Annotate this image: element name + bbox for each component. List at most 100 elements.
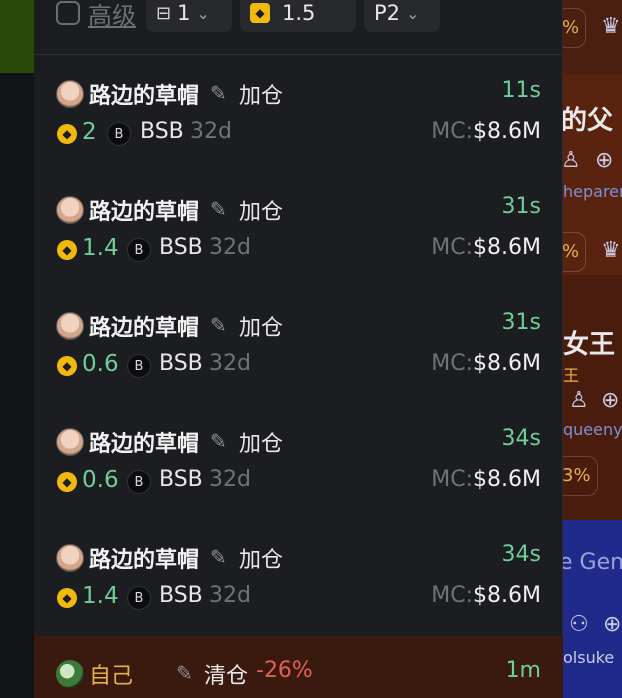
trade-amount: 1.4: [82, 583, 119, 609]
bnb-coin-icon: ◆: [57, 240, 77, 260]
bnb-coin-icon: ◆: [57, 356, 77, 376]
card-title-1: 的父: [563, 106, 614, 136]
count-select[interactable]: ⊟ 1 ⌄: [146, 0, 232, 32]
pnl-percent: -26%: [256, 658, 313, 683]
trade-row[interactable]: 路边的草帽 ✎ 加仓 31s ◆ 0.6 B BSB 32d MC:$8.6M: [34, 288, 563, 404]
mc-label: MC:: [431, 583, 474, 608]
card-bg-4: [563, 520, 622, 698]
market-cap: MC:$8.6M: [431, 467, 541, 492]
trade-amount: 0.6: [82, 351, 119, 377]
token-age: 32d: [209, 583, 251, 608]
mc-label: MC:: [431, 351, 474, 376]
pencil-icon[interactable]: ✎: [210, 429, 227, 453]
token-icon: B: [127, 354, 151, 378]
priority-value: P2: [374, 1, 401, 25]
trade-action: 清仓: [204, 664, 249, 689]
group-icon: ⚇: [569, 612, 589, 637]
left-background-strip: [0, 0, 34, 698]
count-value: 1: [177, 1, 191, 25]
mc-label: MC:: [431, 119, 474, 144]
advanced-checkbox[interactable]: [56, 1, 80, 25]
mc-value: $8.6M: [473, 467, 541, 492]
filter-bar: 高级 ⊟ 1 ⌄ ◆ 1.5 P2 ⌄: [34, 0, 563, 55]
avatar: [56, 312, 84, 340]
trade-action: 加仓: [239, 84, 284, 109]
mc-value: $8.6M: [473, 351, 541, 376]
trade-action: 加仓: [239, 432, 284, 457]
token-symbol[interactable]: BSB: [159, 351, 203, 376]
avatar: [56, 428, 84, 456]
trade-time: 34s: [501, 426, 541, 451]
self-trade-row[interactable]: 自己 ✎ 清仓 -26% 1m: [34, 636, 563, 698]
trade-action: 加仓: [239, 200, 284, 225]
trade-action: 加仓: [239, 548, 284, 573]
root: % ♛ 的父 ♙ ⊕ heparen % ♛ 女王 王 ♙ ⊕ queeny 3…: [0, 0, 622, 698]
pencil-icon[interactable]: ✎: [210, 197, 227, 221]
trade-time: 1m: [505, 658, 541, 683]
chevron-down-icon: ⌄: [406, 3, 420, 23]
trader-name: 路边的草帽: [89, 200, 200, 225]
mc-value: $8.6M: [473, 235, 541, 260]
token-age: 32d: [209, 351, 251, 376]
token-icon: B: [127, 238, 151, 262]
bnb-coin-icon: ◆: [57, 472, 77, 492]
trade-amount: 2: [82, 119, 97, 145]
token-age: 32d: [209, 235, 251, 260]
pencil-icon[interactable]: ✎: [176, 661, 193, 685]
bnb-icon: ◆: [250, 3, 270, 23]
token-icon: B: [127, 586, 151, 610]
mc-value: $8.6M: [473, 583, 541, 608]
trader-name: 自己: [89, 664, 134, 689]
card-title-2: 女王: [563, 330, 616, 360]
trade-amount: 0.6: [82, 467, 119, 493]
trade-row[interactable]: 路边的草帽 ✎ 加仓 34s ◆ 0.6 B BSB 32d MC:$8.6M: [34, 404, 563, 520]
globe-icon: ⊕: [595, 148, 614, 173]
card-handle-3: olsuke: [563, 648, 615, 667]
trade-row[interactable]: 路边的草帽 ✎ 加仓 11s ◆ 2 B BSB 32d MC:$8.6M: [34, 56, 563, 172]
pencil-icon[interactable]: ✎: [210, 545, 227, 569]
market-cap: MC:$8.6M: [431, 583, 541, 608]
advanced-label[interactable]: 高级: [88, 0, 136, 31]
trader-name: 路边的草帽: [89, 316, 200, 341]
token-symbol[interactable]: BSB: [140, 119, 184, 144]
trade-time: 31s: [501, 310, 541, 335]
chip-1: %: [563, 8, 587, 48]
token-icon: B: [127, 470, 151, 494]
globe-icon-3: ⊕: [603, 612, 622, 637]
card-title-3: e Gen: [563, 550, 622, 575]
priority-select[interactable]: P2 ⌄: [364, 0, 440, 32]
trader-name: 路边的草帽: [89, 432, 200, 457]
crown-icon: ♛: [601, 14, 621, 39]
pencil-icon[interactable]: ✎: [210, 313, 227, 337]
token-symbol[interactable]: BSB: [159, 583, 203, 608]
token-symbol[interactable]: BSB: [159, 235, 203, 260]
token-age: 32d: [209, 467, 251, 492]
card-handle-1: heparen: [563, 182, 622, 201]
bnb-amount-input[interactable]: ◆ 1.5: [240, 0, 356, 32]
trade-action: 加仓: [239, 316, 284, 341]
trade-row[interactable]: 路边的草帽 ✎ 加仓 34s ◆ 1.4 B BSB 32d MC:$8.6M: [34, 520, 563, 636]
right-background-cards: % ♛ 的父 ♙ ⊕ heparen % ♛ 女王 王 ♙ ⊕ queeny 3…: [563, 0, 622, 698]
trade-amount: 1.4: [82, 235, 119, 261]
left-strip-highlight: [0, 0, 34, 73]
pencil-icon[interactable]: ✎: [210, 81, 227, 105]
avatar: [56, 660, 84, 688]
avatar: [56, 80, 84, 108]
user-icon: ♙: [563, 148, 581, 173]
mc-label: MC:: [431, 467, 474, 492]
token-age: 32d: [190, 119, 232, 144]
avatar: [56, 196, 84, 224]
bnb-coin-icon: ◆: [57, 588, 77, 608]
market-cap: MC:$8.6M: [431, 235, 541, 260]
chevron-down-icon: ⌄: [196, 3, 210, 23]
trade-feed-panel: 高级 ⊟ 1 ⌄ ◆ 1.5 P2 ⌄ 路边的草帽 ✎ 加仓 11s ◆ 2 B…: [34, 0, 563, 698]
globe-icon-2: ⊕: [601, 388, 620, 413]
trade-time: 34s: [501, 542, 541, 567]
trader-name: 路边的草帽: [89, 84, 200, 109]
avatar: [56, 544, 84, 572]
trade-time: 31s: [501, 194, 541, 219]
trader-name: 路边的草帽: [89, 548, 200, 573]
trade-row[interactable]: 路边的草帽 ✎ 加仓 31s ◆ 1.4 B BSB 32d MC:$8.6M: [34, 172, 563, 288]
token-symbol[interactable]: BSB: [159, 467, 203, 492]
market-cap: MC:$8.6M: [431, 351, 541, 376]
